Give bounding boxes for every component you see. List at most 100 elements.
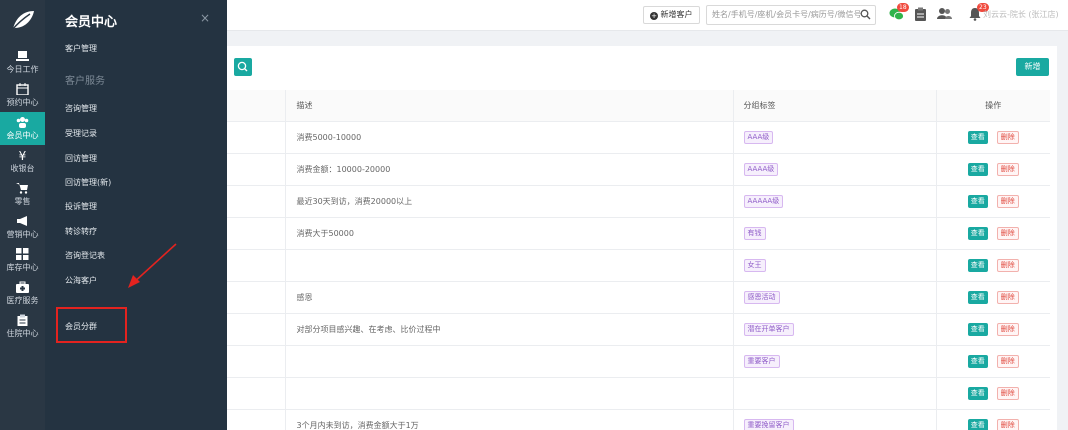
new-button[interactable]: 新增 (1016, 58, 1049, 76)
group-tag: AAA级 (743, 130, 774, 144)
delete-button[interactable]: 删除 (996, 130, 1019, 144)
column-header-description: 描述 (285, 90, 734, 122)
medkit-icon (16, 281, 29, 293)
laptop-icon (16, 51, 29, 61)
group-tag: 重要挽留客户 (743, 418, 794, 430)
plus-circle-icon: + (650, 12, 658, 20)
row-group-tag-cell: 感恩活动 (733, 281, 937, 314)
row-description (285, 345, 734, 378)
rail-item-8[interactable]: 住院中心 (0, 310, 45, 343)
row-group-tag-cell: 潜在开单客户 (733, 313, 937, 346)
menu-item-4[interactable]: 投诉管理 (65, 201, 97, 212)
user-name[interactable]: 刘云云-院长 (张江店) (983, 9, 1059, 20)
rail-item-label: 今日工作 (6, 65, 39, 74)
table-row: 3个月内未到访，消费金额大于1万 重要挽留客户 查看 删除 (227, 409, 1050, 430)
delete-button[interactable]: 删除 (996, 226, 1019, 240)
table-row: 消费5000-10000 AAA级 查看 删除 (227, 121, 1050, 154)
tasks-button[interactable] (914, 7, 927, 25)
delete-button[interactable]: 删除 (996, 322, 1019, 336)
view-button[interactable]: 查看 (967, 226, 988, 240)
row-actions: 查看 删除 (936, 153, 1050, 186)
menu-item-1[interactable]: 受理记录 (65, 128, 97, 139)
row-group-tag-cell: 有钱 (733, 217, 937, 250)
column-header-group-tag: 分组标签 (733, 90, 937, 122)
view-button[interactable]: 查看 (967, 354, 988, 368)
wechat-button[interactable]: 18 (889, 3, 909, 24)
delete-button[interactable]: 删除 (996, 418, 1019, 430)
row-description: 最近30天到访，消费20000以上 (285, 185, 734, 218)
rail-item-0[interactable]: 今日工作 (0, 46, 45, 79)
search-input[interactable]: 姓名/手机号/座机/会员卡号/病历号/微信号 (706, 5, 876, 25)
view-button[interactable]: 查看 (967, 194, 988, 208)
rail-item-5[interactable]: 营销中心 (0, 211, 45, 244)
row-group-tag-cell: 重要客户 (733, 345, 937, 378)
view-button[interactable]: 查看 (967, 258, 988, 272)
contacts-button[interactable] (937, 7, 952, 23)
view-button[interactable]: 查看 (967, 162, 988, 176)
table-row: 感恩 感恩活动 查看 删除 (227, 281, 1050, 314)
search-button[interactable] (234, 58, 252, 76)
rail-item-4[interactable]: 零售 (0, 178, 45, 211)
row-cell (227, 217, 286, 250)
menu-item-5[interactable]: 转诊转疗 (65, 226, 97, 237)
grid-icon (16, 248, 29, 260)
view-button[interactable]: 查看 (967, 418, 988, 430)
column-header-actions: 操作 (936, 90, 1050, 122)
row-cell (227, 377, 286, 410)
row-description: 消费金额：10000-20000 (285, 153, 734, 186)
delete-button[interactable]: 删除 (996, 386, 1019, 400)
rail-item-label: 营销中心 (6, 230, 39, 239)
row-cell (227, 281, 286, 314)
menu-item-3[interactable]: 回访管理(新) (65, 177, 111, 188)
menu-item-6[interactable]: 咨询登记表 (65, 250, 105, 261)
menu-item-2[interactable]: 回访管理 (65, 153, 97, 164)
menu-item-0[interactable]: 咨询管理 (65, 103, 97, 114)
menu-item-customer-management[interactable]: 客户管理 (65, 43, 97, 54)
row-description: 感恩 (285, 281, 734, 314)
member-center-flyout: 会员中心 × 客户管理 客户服务 咨询管理 受理记录 回访管理 回访管理(新) 投诉管理… (45, 0, 227, 430)
row-cell (227, 345, 286, 378)
view-button[interactable]: 查看 (967, 290, 988, 304)
notifications-button[interactable]: 23 (969, 3, 989, 24)
search-icon[interactable] (860, 9, 871, 20)
table-row: 重要客户 查看 删除 (227, 345, 1050, 378)
column-header (227, 90, 286, 122)
table-row: 最近30天到访，消费20000以上 AAAAA级 查看 删除 (227, 185, 1050, 218)
menu-item-7[interactable]: 公海客户 (65, 275, 97, 286)
view-button[interactable]: 查看 (967, 322, 988, 336)
search-icon (237, 61, 248, 72)
left-rail: 今日工作预约中心 会员中心 ¥ 收银台 零售营销中心库存中心医疗服务住院中心 (0, 0, 45, 430)
highlight-box (56, 307, 127, 343)
delete-button[interactable]: 删除 (996, 354, 1019, 368)
group-tag: 重要客户 (743, 354, 780, 368)
rail-item-1[interactable]: 预约中心 (0, 79, 45, 112)
users-icon (937, 8, 952, 19)
delete-button[interactable]: 删除 (996, 290, 1019, 304)
delete-button[interactable]: 删除 (996, 162, 1019, 176)
row-cell (227, 313, 286, 346)
delete-button[interactable]: 删除 (996, 194, 1019, 208)
row-actions: 查看 删除 (936, 217, 1050, 250)
add-customer-button[interactable]: + 新增客户 (643, 6, 700, 24)
rail-item-3[interactable]: ¥ 收银台 (0, 145, 45, 178)
row-actions: 查看 删除 (936, 249, 1050, 282)
view-button[interactable]: 查看 (967, 130, 988, 144)
rail-item-2[interactable]: 会员中心 (0, 112, 45, 145)
table-row: 查看 删除 (227, 377, 1050, 410)
delete-button[interactable]: 删除 (996, 258, 1019, 272)
rail-item-label: 医疗服务 (6, 296, 39, 305)
row-description (285, 249, 734, 282)
row-group-tag-cell: 女王 (733, 249, 937, 282)
logo[interactable] (0, 0, 45, 40)
search-placeholder: 姓名/手机号/座机/会员卡号/病历号/微信号 (712, 10, 862, 19)
table-row: 女王 查看 删除 (227, 249, 1050, 282)
rail-item-6[interactable]: 库存中心 (0, 244, 45, 277)
row-group-tag-cell: AAAA级 (733, 153, 937, 186)
view-button[interactable]: 查看 (967, 386, 988, 400)
rail-item-7[interactable]: 医疗服务 (0, 277, 45, 310)
close-icon[interactable]: × (200, 11, 210, 25)
cart-icon (16, 183, 28, 194)
row-actions: 查看 删除 (936, 377, 1050, 410)
row-actions: 查看 删除 (936, 409, 1050, 430)
row-cell (227, 185, 286, 218)
